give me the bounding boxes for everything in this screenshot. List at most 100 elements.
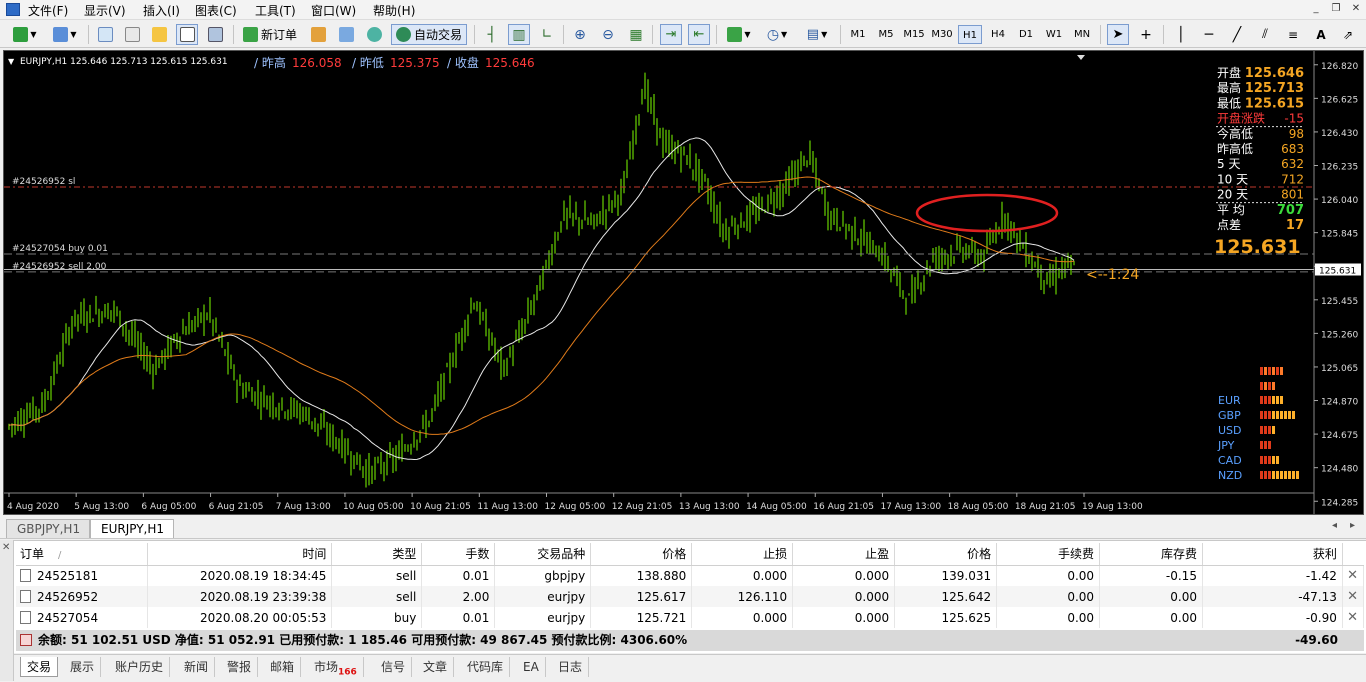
text-icon: A (1316, 27, 1326, 42)
close-icon[interactable]: ✕ (1349, 3, 1363, 16)
terminal-close-icon[interactable]: ✕ (2, 542, 10, 553)
timeframe-d1[interactable]: D1 (1014, 25, 1038, 44)
column-header[interactable]: 类型 (331, 543, 423, 566)
tab-journal[interactable]: 日志 (552, 657, 590, 677)
x-axis-tick-label: 13 Aug 13:00 (679, 502, 740, 512)
fibonacci-button[interactable]: ≡ (1282, 24, 1304, 45)
navigator-button[interactable] (148, 24, 170, 45)
dropdown-arrow-icon: ▼ (744, 30, 751, 39)
timeframe-m30[interactable]: M30 (930, 25, 954, 44)
menu-window[interactable]: 窗口(W) (311, 2, 356, 19)
metaeditor-button[interactable] (307, 24, 329, 45)
column-header[interactable]: 时间 (147, 543, 333, 566)
restore-icon[interactable]: ❐ (1329, 3, 1343, 16)
column-header[interactable]: 交易品种 (494, 543, 592, 566)
tile-windows-button[interactable]: ▦ (625, 24, 647, 45)
equidistant-channel-button[interactable]: ⫽ (1254, 24, 1276, 45)
cursor-button[interactable]: ➤ (1107, 24, 1129, 45)
vertical-line-button[interactable]: │ (1170, 24, 1192, 45)
order-row[interactable]: 24527054 2020.08.20 00:05:53 buy 0.01 eurjpy… (16, 607, 1365, 628)
chart-canvas[interactable]: 126.820 126.625 126.430 126.235 126.040 125.8… (4, 51, 1363, 514)
close-order-icon[interactable]: ✕ (1342, 586, 1365, 607)
info-value: 125.646 (1245, 66, 1304, 81)
tab-trade[interactable]: 交易 (20, 657, 59, 677)
tab-experts[interactable]: EA (517, 657, 546, 677)
close-order-icon[interactable]: ✕ (1342, 607, 1365, 628)
candlestick-button[interactable]: ▥ (508, 24, 530, 45)
trendline-icon: ╱ (1232, 26, 1242, 43)
x-axis-tick-label: 18 Aug 21:05 (1015, 502, 1076, 512)
line-chart-button[interactable]: ∟ (536, 24, 558, 45)
tab-mailbox[interactable]: 邮箱 (264, 657, 302, 677)
timeframe-mn[interactable]: MN (1070, 25, 1094, 44)
column-header[interactable]: 订单 / (16, 543, 149, 566)
timeframe-h1[interactable]: H1 (958, 25, 982, 44)
tab-scroll-right-icon[interactable]: ▸ (1350, 520, 1355, 531)
close-order-icon[interactable]: ✕ (1342, 565, 1365, 586)
column-header[interactable]: 止盈 (792, 543, 896, 566)
tab-news[interactable]: 新闻 (178, 657, 216, 677)
menu-charts[interactable]: 图表(C) (195, 2, 237, 19)
menu-help[interactable]: 帮助(H) (373, 2, 415, 19)
tab-market[interactable]: 市场166 (308, 657, 364, 677)
tab-account-history[interactable]: 账户历史 (109, 657, 171, 677)
horizontal-line-button[interactable]: ─ (1198, 24, 1220, 45)
tab-signals[interactable]: 信号 (375, 657, 413, 677)
column-header[interactable]: 价格 (590, 543, 693, 566)
menu-insert[interactable]: 插入(I) (143, 2, 180, 19)
profiles-button[interactable]: ▼ (48, 24, 82, 45)
strength-bar (1260, 396, 1263, 404)
tab-articles[interactable]: 文章 (417, 657, 455, 677)
arrows-button[interactable]: ⇗ (1337, 24, 1359, 45)
zoom-out-button[interactable]: ⊖ (597, 24, 619, 45)
order-id-cell: 24525181 (16, 565, 149, 586)
chart-tab-eurjpy[interactable]: EURJPY,H1 (90, 519, 174, 538)
order-row[interactable]: 24526952 2020.08.19 23:39:38 sell 2.00 eurjp… (16, 586, 1365, 607)
new-order-button[interactable]: 新订单 (239, 24, 301, 45)
price-chart[interactable]: 126.820 126.625 126.430 126.235 126.040 125.8… (3, 50, 1364, 515)
terminal-button[interactable] (176, 24, 198, 45)
timeframe-h4[interactable]: H4 (986, 25, 1010, 44)
tab-code-base[interactable]: 代码库 (461, 657, 511, 677)
order-cell: 2020.08.20 00:05:53 (147, 607, 333, 628)
crosshair-button[interactable]: + (1135, 24, 1157, 45)
auto-scroll-button[interactable]: ⇥ (660, 24, 682, 45)
column-header[interactable]: 价格 (894, 543, 998, 566)
community-button[interactable] (335, 24, 357, 45)
column-header[interactable]: 手续费 (996, 543, 1101, 566)
periods-button[interactable]: ◷ ▼ (760, 24, 794, 45)
order-cell: 138.880 (590, 565, 693, 586)
timeframe-m5[interactable]: M5 (874, 25, 898, 44)
order-cell: 125.617 (590, 586, 693, 607)
timeframe-m1[interactable]: M1 (846, 25, 870, 44)
text-button[interactable]: A (1310, 24, 1332, 45)
signals-button[interactable] (363, 24, 385, 45)
menu-view[interactable]: 显示(V) (84, 2, 126, 19)
tab-alerts[interactable]: 警报 (221, 657, 259, 677)
indicators-button[interactable]: ▼ (722, 24, 756, 45)
column-header[interactable]: 止损 (691, 543, 794, 566)
menu-file[interactable]: 文件(F) (28, 2, 68, 19)
tab-exposure[interactable]: 展示 (64, 657, 102, 677)
tab-scroll-left-icon[interactable]: ◂ (1332, 520, 1337, 531)
column-header[interactable]: 库存费 (1099, 543, 1203, 566)
column-header[interactable]: 手数 (421, 543, 496, 566)
minimize-icon[interactable]: _ (1309, 3, 1323, 16)
chart-shift-button[interactable]: ⇤ (688, 24, 710, 45)
data-window-button[interactable] (121, 24, 143, 45)
strength-bar (1272, 382, 1275, 390)
zoom-in-button[interactable]: ⊕ (569, 24, 591, 45)
market-watch-button[interactable] (94, 24, 116, 45)
new-chart-button[interactable]: ▼ (8, 24, 42, 45)
trendline-button[interactable]: ╱ (1226, 24, 1248, 45)
strategy-tester-button[interactable] (204, 24, 226, 45)
timeframe-m15[interactable]: M15 (902, 25, 926, 44)
order-row[interactable]: 24525181 2020.08.19 18:34:45 sell 0.01 gbpjp… (16, 565, 1365, 586)
menu-tools[interactable]: 工具(T) (255, 2, 296, 19)
timeframe-w1[interactable]: W1 (1042, 25, 1066, 44)
auto-trading-button[interactable]: 自动交易 (391, 24, 467, 45)
chart-tab-gbpjpy[interactable]: GBPJPY,H1 (6, 519, 90, 538)
bar-chart-button[interactable]: ┤ (481, 24, 503, 45)
column-header[interactable]: 获利 (1202, 543, 1343, 566)
templates-button[interactable]: ▤ ▼ (800, 24, 834, 45)
